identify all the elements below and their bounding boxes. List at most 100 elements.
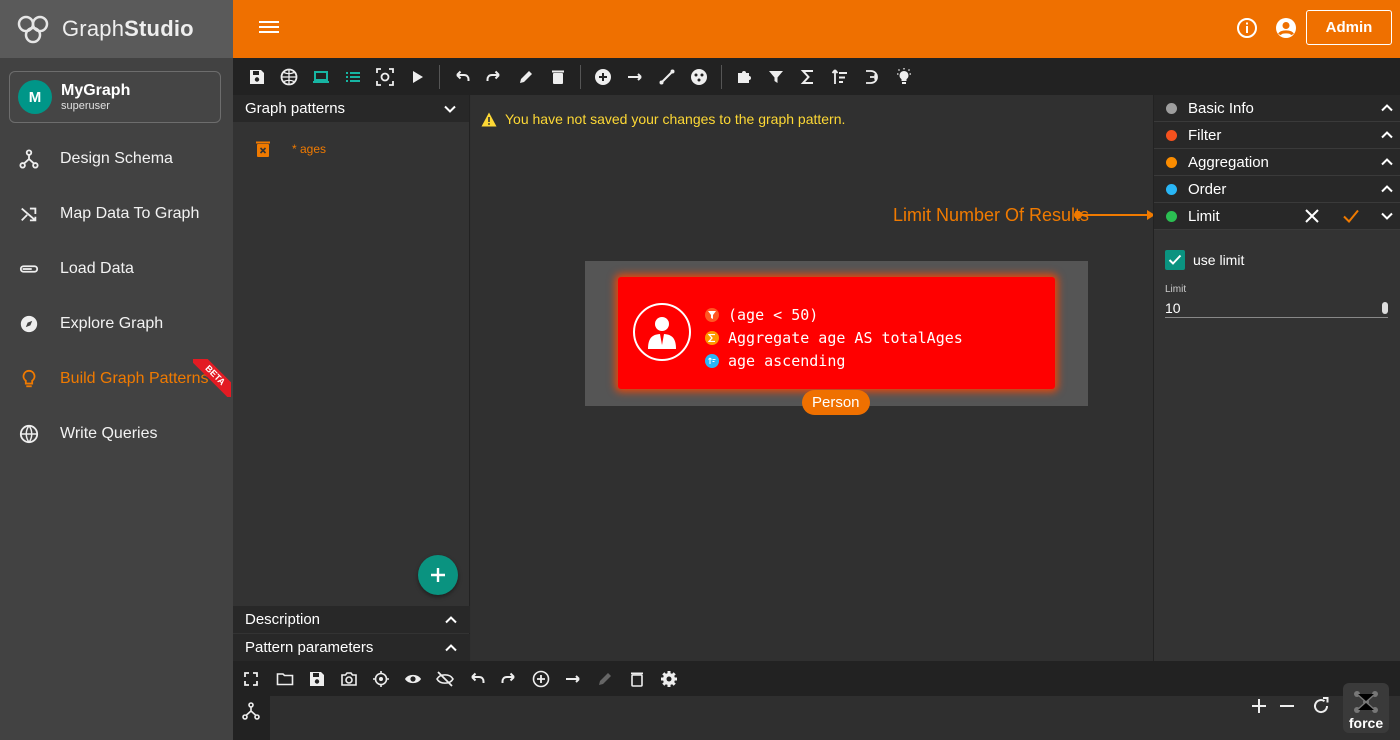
brand-logo[interactable]: GraphStudio: [0, 0, 233, 58]
check-icon[interactable]: [1342, 208, 1360, 224]
zoom-in-icon[interactable]: [1246, 693, 1272, 719]
sidebar-item-build-graph-patterns[interactable]: Build Graph Patterns BETA: [0, 351, 233, 406]
vertex-filter-line: (age < 50): [705, 303, 963, 326]
menu-icon[interactable]: [259, 18, 279, 38]
zoom-out-icon[interactable]: [1274, 693, 1300, 719]
info-icon[interactable]: [1236, 17, 1258, 39]
sigma-icon[interactable]: [792, 62, 824, 92]
pattern-config-panel: Basic Info Filter Aggregation Order Limi…: [1153, 95, 1400, 661]
refresh-icon[interactable]: [1308, 693, 1334, 719]
eye-icon[interactable]: [397, 664, 429, 694]
sidebar-item-explore-graph[interactable]: Explore Graph: [0, 296, 233, 351]
vertex-order-line: age ascending: [705, 349, 963, 372]
brand-name: GraphStudio: [62, 16, 194, 41]
add-circle-icon[interactable]: [525, 664, 557, 694]
admin-button[interactable]: Admin: [1306, 10, 1392, 45]
open-folder-icon[interactable]: [269, 664, 301, 694]
person-icon: [633, 303, 691, 361]
arrow-right-icon[interactable]: [557, 664, 589, 694]
camera-icon[interactable]: [333, 664, 365, 694]
section-basic-info[interactable]: Basic Info: [1154, 95, 1400, 122]
add-pattern-button[interactable]: [418, 555, 458, 595]
graph-patterns-header[interactable]: Graph patterns: [233, 95, 469, 122]
schema-icon: [18, 148, 40, 170]
close-icon[interactable]: [1304, 208, 1320, 224]
filter-icon[interactable]: [760, 62, 792, 92]
delete-icon[interactable]: [621, 664, 653, 694]
sort-icon[interactable]: [824, 62, 856, 92]
sidebar-item-load-data[interactable]: Load Data: [0, 241, 233, 296]
redo-icon[interactable]: [478, 62, 510, 92]
schema-icon[interactable]: [242, 702, 260, 720]
force-layout-button[interactable]: force: [1343, 683, 1389, 733]
pattern-canvas[interactable]: You have not saved your changes to the g…: [471, 95, 1155, 661]
section-dot: [1166, 183, 1177, 195]
section-dot: [1166, 129, 1177, 141]
app-root: GraphStudio M MyGraph superuser Design S…: [0, 0, 1400, 740]
edit-disabled-icon: [589, 664, 621, 694]
sidebar-item-label: Build Graph Patterns: [60, 369, 209, 387]
section-filter[interactable]: Filter: [1154, 122, 1400, 149]
view-focus-icon[interactable]: [369, 62, 401, 92]
play-icon[interactable]: [401, 62, 433, 92]
eye-off-icon[interactable]: [429, 664, 461, 694]
fullscreen-icon[interactable]: [242, 670, 260, 688]
section-aggregation[interactable]: Aggregation: [1154, 149, 1400, 176]
delete-pattern-icon[interactable]: [255, 140, 271, 158]
vertex-aggregate-line: Aggregate age AS totalAges: [705, 326, 963, 349]
compass-icon: [18, 313, 40, 335]
section-limit[interactable]: Limit: [1154, 203, 1400, 230]
laptop-icon[interactable]: [305, 62, 337, 92]
edit-icon[interactable]: [510, 62, 542, 92]
load-bar-icon: [18, 258, 40, 280]
shuffle-icon: [18, 203, 40, 225]
add-circle-icon[interactable]: [587, 62, 619, 92]
use-limit-checkbox[interactable]: [1165, 250, 1185, 270]
arrow-right-icon[interactable]: [619, 62, 651, 92]
locate-icon[interactable]: [365, 664, 397, 694]
sidebar-item-label: Design Schema: [60, 149, 173, 167]
graph-user: superuser: [61, 100, 110, 112]
sigma-badge-icon: [705, 330, 719, 345]
account-icon[interactable]: [1275, 17, 1297, 39]
lightbulb-icon: [18, 368, 40, 390]
section-dot: [1166, 210, 1177, 222]
bottom-panel: force: [233, 661, 1400, 740]
filter-badge-icon: [705, 307, 719, 322]
save-icon[interactable]: [241, 62, 273, 92]
edge-edit-icon[interactable]: [651, 62, 683, 92]
limit-field-label: Limit: [1165, 284, 1187, 295]
delete-icon[interactable]: [542, 62, 574, 92]
section-order[interactable]: Order: [1154, 176, 1400, 203]
toolbar-divider: [439, 64, 440, 89]
number-spinner-icon[interactable]: [1382, 301, 1388, 314]
graph-selector[interactable]: M MyGraph superuser: [9, 71, 221, 123]
settings-gear-icon[interactable]: [653, 664, 685, 694]
force-label: force: [1348, 715, 1384, 731]
undo-icon[interactable]: [461, 664, 493, 694]
description-header[interactable]: Description: [233, 606, 470, 633]
pattern-parameters-header[interactable]: Pattern parameters: [233, 634, 470, 661]
list-icon[interactable]: [337, 62, 369, 92]
use-limit-row[interactable]: use limit: [1154, 230, 1400, 270]
globe-icon[interactable]: [273, 62, 305, 92]
sidebar-item-map-data[interactable]: Map Data To Graph: [0, 186, 233, 241]
pattern-list-item[interactable]: * ages: [233, 122, 469, 158]
person-vertex[interactable]: (age < 50) Aggregate age AS totalAges ag…: [618, 277, 1055, 389]
sidebar-item-design-schema[interactable]: Design Schema: [0, 131, 233, 186]
undo-icon[interactable]: [446, 62, 478, 92]
checkmark-icon: [1168, 254, 1182, 265]
limit-input[interactable]: 10: [1165, 298, 1388, 318]
bottom-side-bar: [233, 661, 270, 740]
smiley-icon[interactable]: [683, 62, 715, 92]
sidebar-item-write-queries[interactable]: Write Queries: [0, 406, 233, 461]
warning-text: You have not saved your changes to the g…: [505, 111, 846, 127]
lightbulb-icon[interactable]: [888, 62, 920, 92]
redo-icon[interactable]: [493, 664, 525, 694]
vertex-type-label[interactable]: Person: [802, 390, 870, 415]
puzzle-icon[interactable]: [728, 62, 760, 92]
save-icon[interactable]: [301, 664, 333, 694]
warning-icon: [481, 112, 497, 126]
limit-icon[interactable]: [856, 62, 888, 92]
chevron-down-icon: [444, 105, 456, 113]
